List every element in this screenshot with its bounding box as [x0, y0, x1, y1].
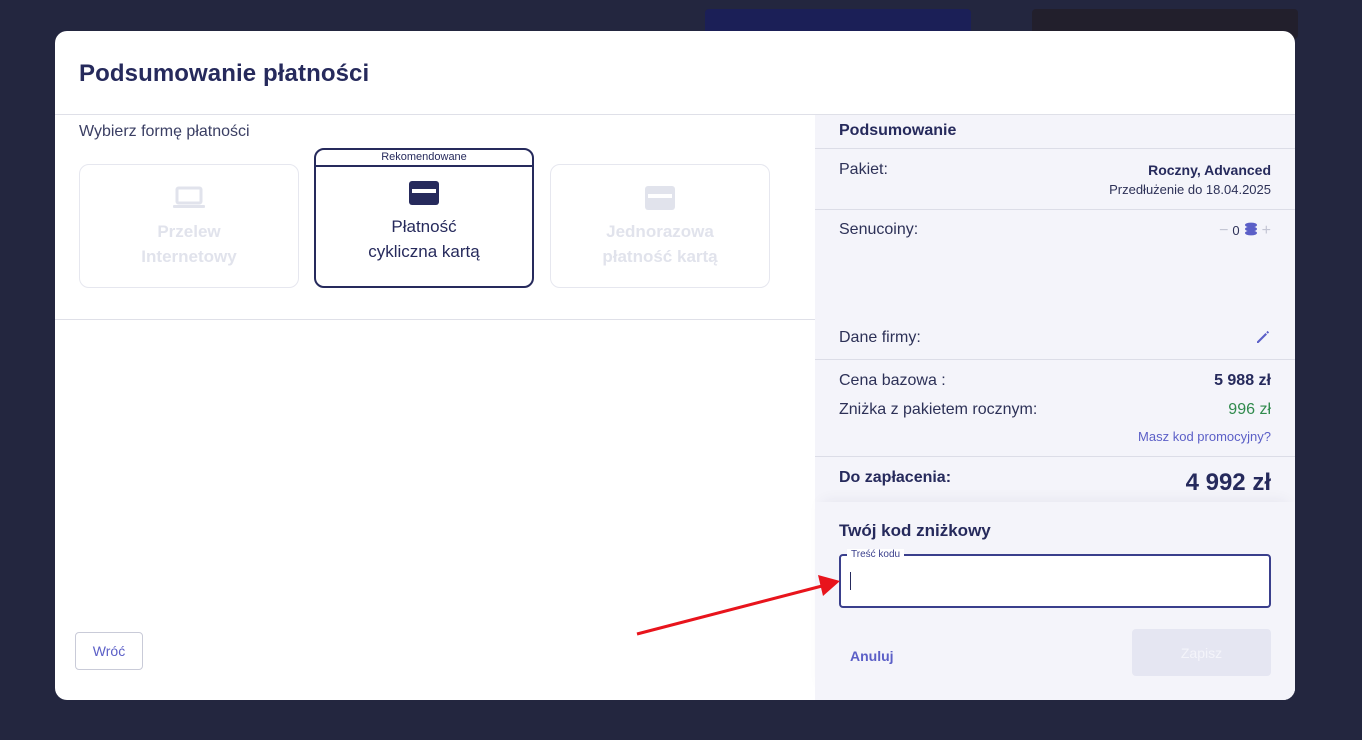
prices-section: Cena bazowa : 5 988 zł Zniżka z pakietem… — [815, 360, 1295, 457]
payment-summary-modal: Podsumowanie płatności Wybierz formę pła… — [55, 31, 1295, 700]
payment-method-bank-transfer[interactable]: Przelew Internetowy — [79, 164, 299, 288]
cancel-button[interactable]: Anuluj — [850, 648, 894, 664]
package-row: Pakiet: Roczny, Advanced Przedłużenie do… — [815, 149, 1295, 210]
annual-discount-value: 996 zł — [1228, 401, 1271, 418]
coins-stepper: − 0 + — [1219, 222, 1271, 239]
package-label: Pakiet: — [839, 161, 888, 178]
summary-title: Podsumowanie — [815, 115, 1295, 149]
coins-label: Senucoiny: — [839, 221, 919, 238]
discount-code-field[interactable]: Treść kodu — [839, 549, 1271, 608]
package-value: Roczny, Advanced — [1148, 162, 1271, 178]
edit-pencil-icon[interactable] — [1255, 329, 1271, 350]
base-price-value: 5 988 zł — [1214, 372, 1271, 389]
method-label: Przelew Internetowy — [141, 222, 237, 266]
payment-method-one-time-card[interactable]: Jednorazowa płatność kartą — [550, 164, 770, 288]
method-label: Jednorazowa płatność kartą — [602, 222, 718, 266]
discount-code-title: Twój kod zniżkowy — [839, 521, 991, 540]
text-caret — [850, 572, 851, 590]
discount-code-panel: Twój kod zniżkowy Treść kodu Anuluj Zapi… — [815, 502, 1295, 700]
coins-row: Senucoiny: − 0 + Dane firmy: — [815, 210, 1295, 360]
choose-payment-label: Wybierz formę płatności — [79, 123, 250, 140]
recommended-badge: Rekomendowane — [316, 150, 532, 167]
discount-code-field-label: Treść kodu — [847, 549, 905, 561]
credit-card-icon — [645, 185, 675, 211]
annual-discount-label: Zniżka z pakietem rocznym: — [839, 401, 1038, 418]
payment-method-panel: Wybierz formę płatności Przelew Internet… — [55, 115, 815, 700]
summary-panel: Podsumowanie Pakiet: Roczny, Advanced Pr… — [815, 115, 1295, 700]
credit-card-icon — [409, 180, 439, 206]
method-label: Płatność cykliczna kartą — [368, 217, 480, 261]
discount-code-input[interactable] — [849, 568, 1259, 594]
minus-icon[interactable]: − — [1219, 222, 1228, 238]
back-button[interactable]: Wróć — [75, 632, 143, 670]
renewal-date: Przedłużenie do 18.04.2025 — [1109, 182, 1271, 197]
total-value: 4 992 zł — [1185, 469, 1271, 496]
coins-value: 0 — [1232, 223, 1240, 238]
save-button[interactable]: Zapisz — [1132, 629, 1271, 676]
payment-method-recurring-card[interactable]: Rekomendowane Płatność cykliczna kartą — [314, 148, 534, 288]
total-label: Do zapłacenia: — [839, 469, 952, 486]
base-price-label: Cena bazowa : — [839, 372, 946, 389]
modal-header: Podsumowanie płatności — [55, 31, 1295, 115]
coins-icon — [1244, 222, 1258, 239]
plus-icon[interactable]: + — [1262, 222, 1271, 238]
promo-code-link[interactable]: Masz kod promocyjny? — [1138, 429, 1271, 444]
laptop-icon — [172, 185, 206, 211]
total-row: Do zapłacenia: 4 992 zł — [815, 457, 1295, 502]
company-data-label: Dane firmy: — [839, 329, 921, 346]
modal-title: Podsumowanie płatności — [79, 60, 370, 87]
divider — [55, 319, 815, 320]
